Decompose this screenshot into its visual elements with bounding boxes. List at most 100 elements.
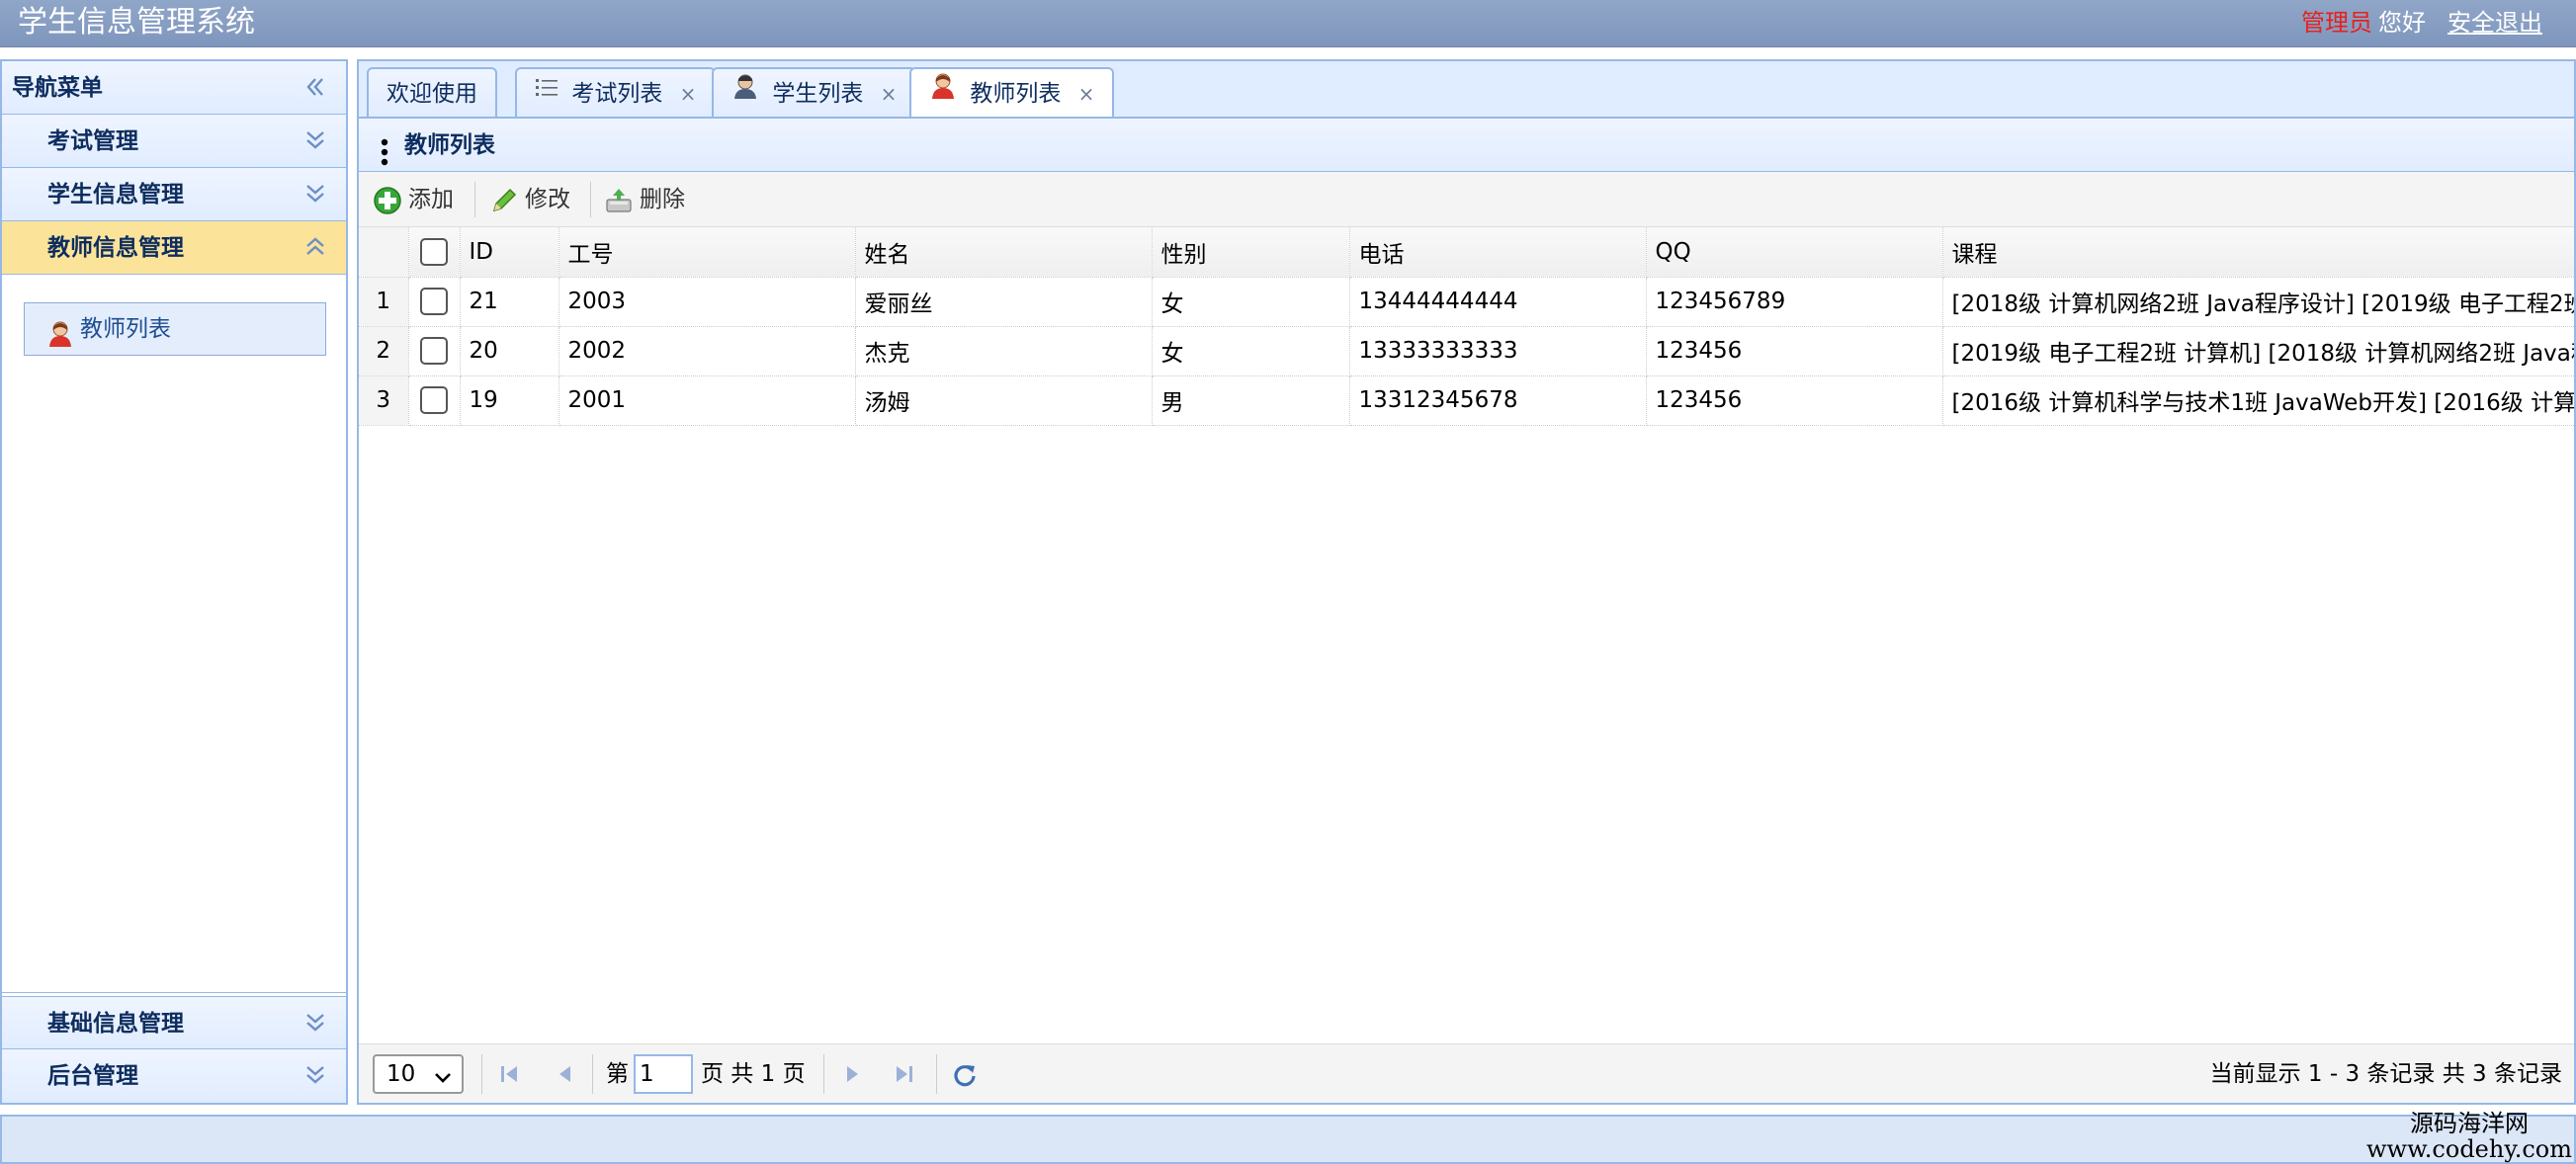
nav-section-admin[interactable]: 后台管理 (2, 1049, 346, 1103)
close-icon[interactable]: × (881, 82, 898, 106)
pencil-icon (492, 188, 517, 212)
pager-divider (481, 1054, 482, 1094)
watermark: 源码海洋网 www.codehy.com (2366, 1111, 2572, 1162)
cell-qq: 123456 (1646, 326, 1943, 376)
last-page-icon[interactable] (893, 1062, 916, 1086)
chevron-double-down-icon[interactable] (304, 997, 330, 1050)
cell-id: 20 (460, 326, 559, 376)
table-row[interactable]: 3 19 2001 汤姆 男 13312345678 123456 [2016级… (359, 375, 2574, 426)
cell-course: [2019级 电子工程2班 计算机] [2018级 计算机网络2班 Java程序… (1942, 326, 2574, 376)
row-number: 2 (359, 326, 409, 376)
cell-qq: 123456789 (1646, 277, 1943, 327)
column-header-name[interactable]: 姓名 (855, 227, 1153, 278)
collapse-left-icon[interactable] (304, 61, 330, 115)
tab-teacher-list[interactable]: 教师列表 × (909, 67, 1115, 121)
select-all-checkbox[interactable] (420, 237, 448, 266)
previous-page-icon[interactable] (553, 1062, 576, 1086)
cell-number: 2003 (558, 277, 856, 327)
user-role: 管理员 (2301, 9, 2372, 37)
row-number: 1 (359, 277, 409, 327)
column-header-phone[interactable]: 电话 (1349, 227, 1647, 278)
pager-divider (936, 1054, 937, 1094)
next-page-icon[interactable] (841, 1062, 865, 1086)
chevron-double-down-icon[interactable] (304, 115, 330, 168)
nav-title: 导航菜单 (2, 61, 346, 115)
nav-section-label: 考试管理 (47, 128, 138, 154)
delete-button[interactable]: 删除 (598, 180, 685, 219)
nav-section-teacher[interactable]: 教师信息管理 (2, 221, 346, 275)
cell-course: [2018级 计算机网络2班 Java程序设计] [2019级 电子工程2班 计… (1942, 277, 2574, 327)
tab-label: 考试列表 (571, 81, 663, 107)
column-header-id[interactable]: ID (460, 227, 559, 278)
delete-icon (606, 189, 632, 212)
row-checkbox[interactable] (420, 337, 448, 365)
edit-button-label: 修改 (525, 187, 570, 212)
nav-bottom-sections: 基础信息管理 后台管理 (2, 996, 346, 1103)
table-row[interactable]: 2 20 2002 杰克 女 13333333333 123456 [2019级… (359, 326, 2574, 376)
chevron-double-down-icon[interactable] (304, 1049, 330, 1103)
page-number-input[interactable]: 1 (634, 1054, 693, 1094)
teacher-list-panel: 教师列表 添加 修改 删除 ID 工号 姓名 性别 电话 QQ 课程 1 21 … (357, 117, 2576, 1105)
edit-button[interactable]: 修改 (483, 180, 570, 219)
list-icon (535, 68, 558, 118)
nav-section-student[interactable]: 学生信息管理 (2, 168, 346, 221)
cell-name: 汤姆 (855, 375, 1153, 426)
column-header-number[interactable]: 工号 (558, 227, 856, 278)
nav-section-label: 学生信息管理 (47, 182, 184, 208)
cell-phone: 13312345678 (1349, 375, 1647, 426)
refresh-icon[interactable] (952, 1062, 976, 1087)
nav-section-label: 基础信息管理 (47, 1011, 184, 1037)
top-header: 学生信息管理系统 管理员 您好 安全退出 (0, 0, 2576, 47)
tab-strip: 欢迎使用 考试列表 × 学生列表 × 教师列表 × (357, 59, 2576, 121)
chevron-double-up-icon[interactable] (304, 221, 330, 275)
app-title: 学生信息管理系统 (18, 5, 255, 40)
cell-qq: 123456 (1646, 375, 1943, 426)
page-size-value: 10 (386, 1061, 416, 1087)
watermark-line1: 源码海洋网 (2410, 1110, 2529, 1137)
student-icon (731, 68, 759, 118)
close-icon[interactable]: × (1078, 82, 1095, 106)
tab-student-list[interactable]: 学生列表 × (712, 67, 917, 119)
page-prefix: 第 (606, 1061, 629, 1087)
column-header-course[interactable]: 课程 (1942, 227, 2574, 278)
pagination-bar: 10 第 1 页 共 1 页 当前显示 1 - 3 条记录 共 3 条记录 (359, 1043, 2574, 1103)
toolbar-divider (474, 182, 475, 217)
add-button-label: 添加 (408, 187, 454, 212)
table-header-row: ID 工号 姓名 性别 电话 QQ 课程 (359, 227, 2574, 278)
main-area: 欢迎使用 考试列表 × 学生列表 × 教师列表 × 教师列表 添加 修改 删除 … (357, 59, 2576, 1105)
cell-phone: 13333333333 (1349, 326, 1647, 376)
nav-section-exam[interactable]: 考试管理 (2, 115, 346, 168)
nav-section-basic[interactable]: 基础信息管理 (2, 996, 346, 1049)
row-checkbox[interactable] (420, 386, 448, 414)
pager-divider (823, 1054, 824, 1094)
add-button[interactable]: 添加 (367, 180, 454, 219)
logout-link[interactable]: 安全退出 (2447, 9, 2542, 37)
user-greeting: 您好 (2378, 9, 2426, 37)
close-icon[interactable]: × (680, 82, 697, 106)
nav-panel: 导航菜单 考试管理 学生信息管理 教师信息管理 教师列表 基础信息管理 后台管理 (0, 59, 348, 1105)
cell-number: 2001 (558, 375, 856, 426)
cell-sex: 女 (1152, 326, 1350, 376)
cell-course: [2016级 计算机科学与技术1班 JavaWeb开发] [2016级 计算机科… (1942, 375, 2574, 426)
column-header-qq[interactable]: QQ (1646, 227, 1943, 278)
chevron-down-icon (432, 1063, 454, 1099)
sidebar-item-teacher-list[interactable]: 教师列表 (24, 302, 326, 356)
row-checkbox[interactable] (420, 288, 448, 315)
column-header-sex[interactable]: 性别 (1152, 227, 1350, 278)
rownum-header (359, 227, 409, 278)
table-row[interactable]: 1 21 2003 爱丽丝 女 13444444444 123456789 [2… (359, 277, 2574, 327)
tab-exam-list[interactable]: 考试列表 × (515, 67, 717, 119)
teacher-grid: ID 工号 姓名 性别 电话 QQ 课程 1 21 2003 爱丽丝 女 134… (359, 227, 2574, 996)
tab-label: 欢迎使用 (386, 81, 477, 107)
nav-section-label: 后台管理 (47, 1063, 138, 1089)
nav-title-label: 导航菜单 (12, 75, 103, 101)
page-total-text: 页 共 1 页 (701, 1061, 806, 1087)
chevron-double-down-icon[interactable] (304, 168, 330, 221)
page-size-select[interactable]: 10 (373, 1054, 464, 1094)
teacher-icon (46, 315, 74, 367)
select-all-checkbox-cell (408, 227, 461, 278)
first-page-icon[interactable] (497, 1062, 521, 1086)
tab-welcome[interactable]: 欢迎使用 (367, 67, 497, 119)
delete-button-label: 删除 (640, 187, 685, 212)
teacher-table: ID 工号 姓名 性别 电话 QQ 课程 1 21 2003 爱丽丝 女 134… (359, 227, 2574, 426)
